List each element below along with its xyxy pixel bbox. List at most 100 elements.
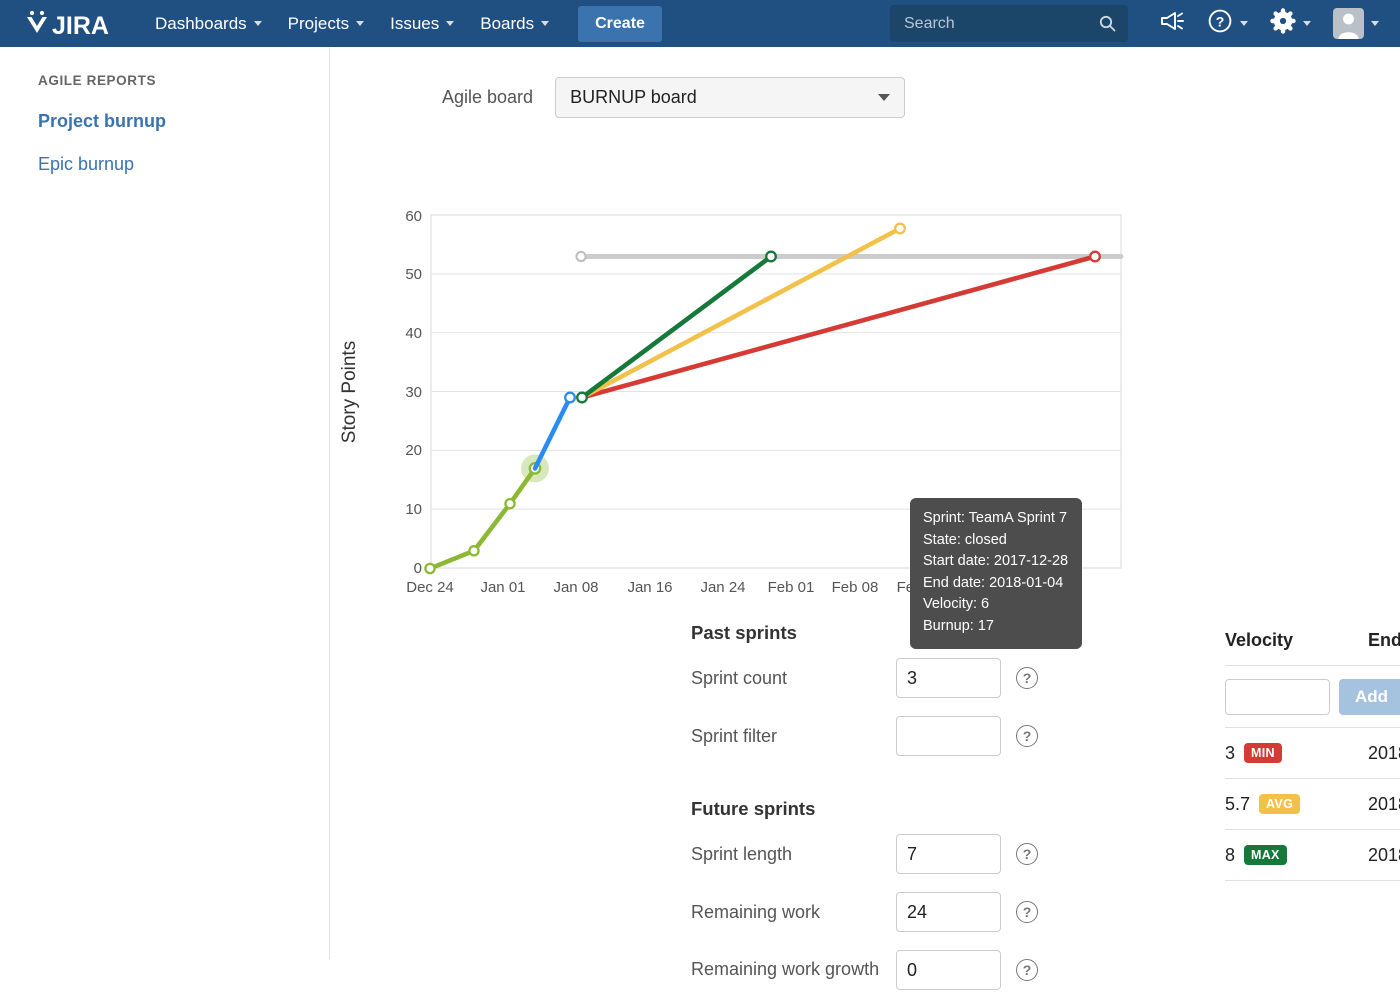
remaining-work-growth-input[interactable] <box>896 950 1001 990</box>
burnup-chart: 60 50 40 30 20 10 0 Story Points Dec 24 … <box>330 157 1400 597</box>
chevron-down-icon <box>253 21 262 26</box>
sidebar-item-epic-burnup[interactable]: Epic burnup <box>38 154 134 175</box>
agile-board-label: Agile board <box>442 87 534 107</box>
tooltip-line-end-date: End date: 2018-01-04 <box>923 574 1064 591</box>
chevron-down-icon <box>446 21 455 26</box>
velocity-table: Velocity End Date Sprints Add 3 MIN 2018… <box>1225 630 1400 881</box>
table-row[interactable]: 3 MIN 2018-03-06 8 <box>1225 727 1400 778</box>
svg-text:0: 0 <box>414 560 422 577</box>
main-content: Agile board BURNUP board 60 50 40 30 20 … <box>330 47 1400 990</box>
nav-item-label: Boards <box>480 13 535 33</box>
help-icon[interactable]: ? <box>1016 667 1038 689</box>
search-input[interactable] <box>890 5 1128 42</box>
nav-item-issues[interactable]: Issues <box>379 7 465 41</box>
search-box[interactable] <box>890 5 1128 42</box>
sidebar-heading: AGILE REPORTS <box>38 73 157 88</box>
status-badge-max: MAX <box>1244 845 1287 865</box>
cell-velocity: 8 <box>1225 844 1236 865</box>
agile-board-selected-value: BURNUP board <box>570 87 697 107</box>
cell-velocity: 5.7 <box>1225 793 1251 814</box>
sidebar-item-project-burnup[interactable]: Project burnup <box>38 111 166 132</box>
column-header-end-date: End Date <box>1368 630 1400 650</box>
tooltip-line-burnup: Burnup: 17 <box>923 617 994 634</box>
svg-text:50: 50 <box>405 266 422 283</box>
cell-end-date: 2018-01-30 <box>1368 844 1400 865</box>
help-icon[interactable]: ? <box>1016 959 1038 981</box>
help-icon[interactable]: ? <box>1016 725 1038 747</box>
chevron-down-icon <box>1303 21 1311 26</box>
sprint-count-input[interactable] <box>896 658 1001 698</box>
agile-board-row: Agile board BURNUP board <box>330 47 1400 118</box>
future-sprints-title: Future sprints <box>691 798 816 819</box>
tooltip-line-sprint: Sprint: TeamA Sprint 7 <box>923 510 1068 526</box>
top-navigation-bar: JIRA Dashboards Projects Issues Boards C… <box>0 0 1400 47</box>
help-icon[interactable]: ? <box>1016 901 1038 923</box>
svg-text:Jan 08: Jan 08 <box>553 579 598 596</box>
help-menu-button[interactable]: ? <box>1201 2 1254 45</box>
table-bottom-border <box>1225 880 1400 881</box>
field-label: Sprint filter <box>691 726 778 746</box>
question-mark-icon: ? <box>1207 8 1233 39</box>
sprint-length-input[interactable] <box>896 834 1001 874</box>
svg-text:20: 20 <box>405 442 422 459</box>
field-label: Sprint count <box>691 668 788 688</box>
svg-text:40: 40 <box>405 325 422 342</box>
velocity-add-row: Add <box>1225 665 1400 727</box>
field-label: Remaining work growth <box>691 959 880 979</box>
table-row[interactable]: 5.7 AVG 2018-02-13 5 <box>1225 778 1400 829</box>
profile-menu-button[interactable] <box>1327 2 1385 45</box>
megaphone-icon <box>1159 10 1185 37</box>
y-axis-ticks: 60 50 40 30 20 10 0 <box>405 208 422 577</box>
help-icon[interactable]: ? <box>1016 843 1038 865</box>
chevron-down-icon <box>1240 21 1248 26</box>
jira-logo[interactable]: JIRA <box>22 9 116 39</box>
table-row[interactable]: 8 MAX 2018-01-30 3 <box>1225 829 1400 880</box>
tooltip-line-velocity: Velocity: 6 <box>923 596 990 612</box>
field-sprint-count: Sprint count ? <box>691 658 1081 698</box>
svg-text:?: ? <box>1216 14 1225 30</box>
status-badge-avg: AVG <box>1259 794 1301 814</box>
svg-text:60: 60 <box>405 208 422 225</box>
field-label: Sprint length <box>691 844 793 864</box>
status-badge-min: MIN <box>1244 743 1282 763</box>
gear-icon <box>1270 8 1296 39</box>
field-remaining-work-growth: Remaining work growth ? <box>691 950 1081 990</box>
svg-text:JIRA: JIRA <box>52 12 109 39</box>
cell-end-date: 2018-02-13 <box>1368 793 1400 814</box>
sprint-settings-form: Past sprints Sprint count ? Sprint filte… <box>691 622 1081 1008</box>
nav-item-boards[interactable]: Boards <box>469 7 560 41</box>
svg-text:30: 30 <box>405 384 422 401</box>
svg-text:Jan 16: Jan 16 <box>627 579 672 596</box>
sprint-filter-input[interactable] <box>896 716 1001 756</box>
svg-text:Feb 08: Feb 08 <box>832 579 879 596</box>
create-button[interactable]: Create <box>578 5 662 42</box>
nav-item-label: Projects <box>287 13 350 33</box>
nav-item-label: Dashboards <box>155 13 247 33</box>
tooltip-line-state: State: closed <box>923 531 1007 548</box>
search-icon <box>1099 15 1116 37</box>
svg-text:Jan 01: Jan 01 <box>480 579 525 596</box>
chevron-down-icon <box>356 21 365 26</box>
svg-text:Jan 24: Jan 24 <box>700 579 745 596</box>
chevron-down-icon <box>1371 21 1379 26</box>
column-header-velocity: Velocity <box>1225 630 1294 650</box>
svg-text:Feb 01: Feb 01 <box>768 579 815 596</box>
chart-tooltip: Sprint: TeamA Sprint 7 State: closed Sta… <box>910 498 1082 649</box>
add-velocity-button[interactable]: Add <box>1339 678 1400 715</box>
svg-text:10: 10 <box>405 501 422 518</box>
remaining-work-input[interactable] <box>896 892 1001 932</box>
field-label: Remaining work <box>691 902 821 922</box>
field-sprint-length: Sprint length ? <box>691 834 1081 874</box>
burnup-chart-svg: 60 50 40 30 20 10 0 Story Points Dec 24 … <box>339 208 1124 596</box>
settings-menu-button[interactable] <box>1264 2 1317 45</box>
velocity-add-input[interactable] <box>1225 678 1330 715</box>
agile-board-select[interactable]: BURNUP board <box>555 77 906 118</box>
svg-text:Dec 24: Dec 24 <box>406 579 454 596</box>
nav-item-projects[interactable]: Projects <box>277 7 375 41</box>
chevron-down-icon <box>878 94 891 101</box>
sidebar: AGILE REPORTS Project burnup Epic burnup <box>0 47 330 959</box>
nav-item-dashboards[interactable]: Dashboards <box>144 7 273 41</box>
announcements-button[interactable] <box>1153 4 1191 43</box>
nav-item-label: Issues <box>390 13 440 33</box>
field-sprint-filter: Sprint filter ? <box>691 716 1081 756</box>
